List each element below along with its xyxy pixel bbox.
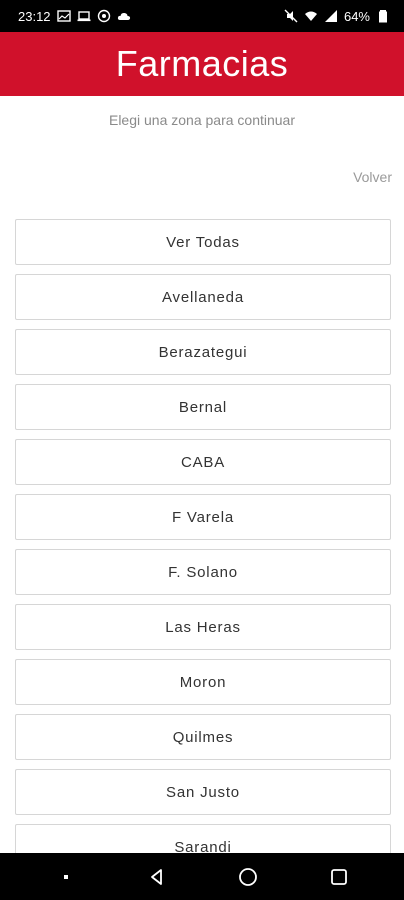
laptop-icon xyxy=(77,9,91,23)
zone-button-berazategui[interactable]: Berazategui xyxy=(15,329,391,375)
battery-percent: 64% xyxy=(343,8,370,24)
zone-button-bernal[interactable]: Bernal xyxy=(15,384,391,430)
zone-button-san-justo[interactable]: San Justo xyxy=(15,769,391,815)
recents-square-icon[interactable] xyxy=(319,857,359,897)
zone-button-caba[interactable]: CABA xyxy=(15,439,391,485)
status-left: 23:12 xyxy=(18,9,131,24)
back-triangle-icon[interactable] xyxy=(137,857,177,897)
menu-dot-icon[interactable] xyxy=(46,857,86,897)
zone-button-f-solano[interactable]: F. Solano xyxy=(15,549,391,595)
status-right: 64% xyxy=(284,9,390,24)
cloud-icon xyxy=(117,9,131,23)
zone-button-moron[interactable]: Moron xyxy=(15,659,391,705)
system-nav-bar xyxy=(0,853,404,900)
home-circle-icon[interactable] xyxy=(228,857,268,897)
zone-button-ver-todas[interactable]: Ver Todas xyxy=(15,219,391,265)
zone-list: Ver Todas Avellaneda Berazategui Bernal … xyxy=(15,219,391,879)
back-link[interactable]: Volver xyxy=(353,169,392,185)
status-time: 23:12 xyxy=(18,8,51,24)
gallery-icon xyxy=(56,9,71,23)
zone-button-avellaneda[interactable]: Avellaneda xyxy=(15,274,391,320)
battery-icon xyxy=(376,9,390,23)
subtitle: Elegi una zona para continuar xyxy=(108,112,296,128)
shield-icon xyxy=(97,9,111,23)
zone-button-quilmes[interactable]: Quilmes xyxy=(15,714,391,760)
mute-icon xyxy=(284,9,298,23)
zone-button-f-varela[interactable]: F Varela xyxy=(15,494,391,540)
status-bar: 23:12 64% xyxy=(0,0,404,32)
app-header: Farmacias xyxy=(0,32,404,96)
wifi-icon xyxy=(304,9,318,23)
signal-icon xyxy=(324,9,338,23)
page-title: Farmacias xyxy=(115,43,289,84)
zone-button-las-heras[interactable]: Las Heras xyxy=(15,604,391,650)
